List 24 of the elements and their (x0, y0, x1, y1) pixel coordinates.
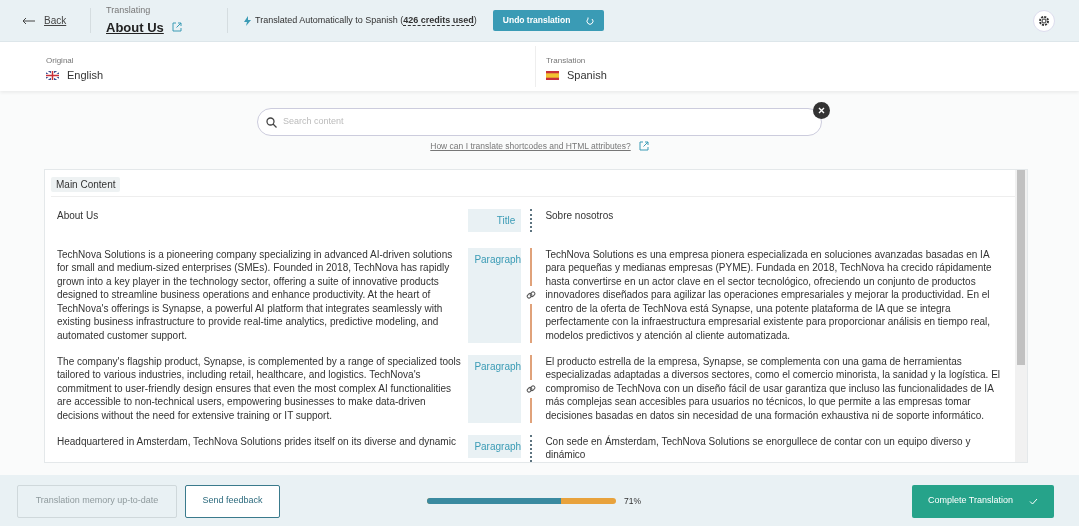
segment-type-label: Paragraph (468, 434, 522, 458)
source-text: The company's flagship product, Synapse, is complemented by a range of specialized tools tailored to various industries, including retail, healthcare, and logistics. TechNova's commitment to user-friendly design ensures that even the most complex AI functionalities are accessible to non-technical users, empowering businesses to make data-driven decisions without the need for extensive training or IT support. (57, 354, 462, 423)
source-text: Headquartered in Amsterdam, TechNova Solutions prides itself on its diverse and dynamic (57, 434, 457, 449)
segment-type-label: Paragraph (468, 247, 522, 343)
translation-text[interactable]: Sobre nosotros (545, 208, 1009, 232)
send-feedback-button[interactable]: Send feedback (185, 484, 280, 518)
source-text: TechNova Solutions is a pioneering company specializing in advanced AI-driven solutions for small and medium-sized enterprises (SMEs). Founded in 2018, TechNova has rapidly grown into a key player in the technology sector, offering a suite of innovative products designed to streamline business operations and enhance productivity. At the heart of TechNova's offerings is Synapse, a powerful AI platform that integrates seamlessly with existing business infrastructure to provide real-time analytics, predictive modeling, and automated customer support. (57, 247, 454, 343)
translation-text[interactable]: El producto estrella de la empresa, Synapse, se complementa con una gama de herramientas especializadas adaptadas a diversos sectores, como el comercio minorista, la sanidad y la logística. El compromiso de TechNova con un diseño fácil de usar garantiza que incluso las funcionalidades de IA más complejas sean accesibles para usuarios no técnicos, lo que permite a las empresas tomar decisiones basadas en datos sin necesidad de una formación exhaustiva ni de soporte informático. (545, 354, 1009, 423)
segment-type-label: Paragraph (468, 354, 522, 423)
section-label: Main Content (51, 177, 121, 192)
translation-text[interactable]: TechNova Solutions es una empresa pionera especializada en soluciones avanzadas basadas en IA para pequeñas y medianas empresas (PYME). Fundada en 2018, TechNova ha crecido rápidamente hasta convertirse en un actor clave en el sector tecnológico, ofreciendo un conjunto de productos innovadores diseñados para agilizar las operaciones empresariales y mejorar la productividad. En el centro de la oferta de TechNova está Synapse, una potente plataforma de IA que se integra perfectamente con la infraestructura empresarial existente para proporcionar análisis en tiempo real, modelos predictivos y atención al cliente automatizada. (545, 247, 1009, 343)
page-title-link[interactable]: About Us (106, 17, 164, 37)
original-label: Original (46, 55, 75, 67)
source-language: English (67, 68, 104, 83)
target-language: Spanish (567, 68, 607, 83)
translating-label: Translating (106, 4, 152, 17)
progress-percent: 71% (624, 494, 641, 508)
source-text: About Us (57, 208, 100, 223)
translation-status: Translated Automatically to Spanish (426 credits used) (255, 13, 477, 28)
segment-type-label: Title (468, 208, 522, 232)
back-link[interactable]: Back (22, 13, 67, 28)
translation-label: Translation (546, 55, 587, 67)
help-link[interactable]: How can I translate shortcodes and HTML attributes? (430, 140, 631, 153)
translation-text[interactable]: Con sede en Ámsterdam, TechNova Solutions se enorgullece de contar con un equipo diverso y dinámico (545, 434, 1009, 462)
